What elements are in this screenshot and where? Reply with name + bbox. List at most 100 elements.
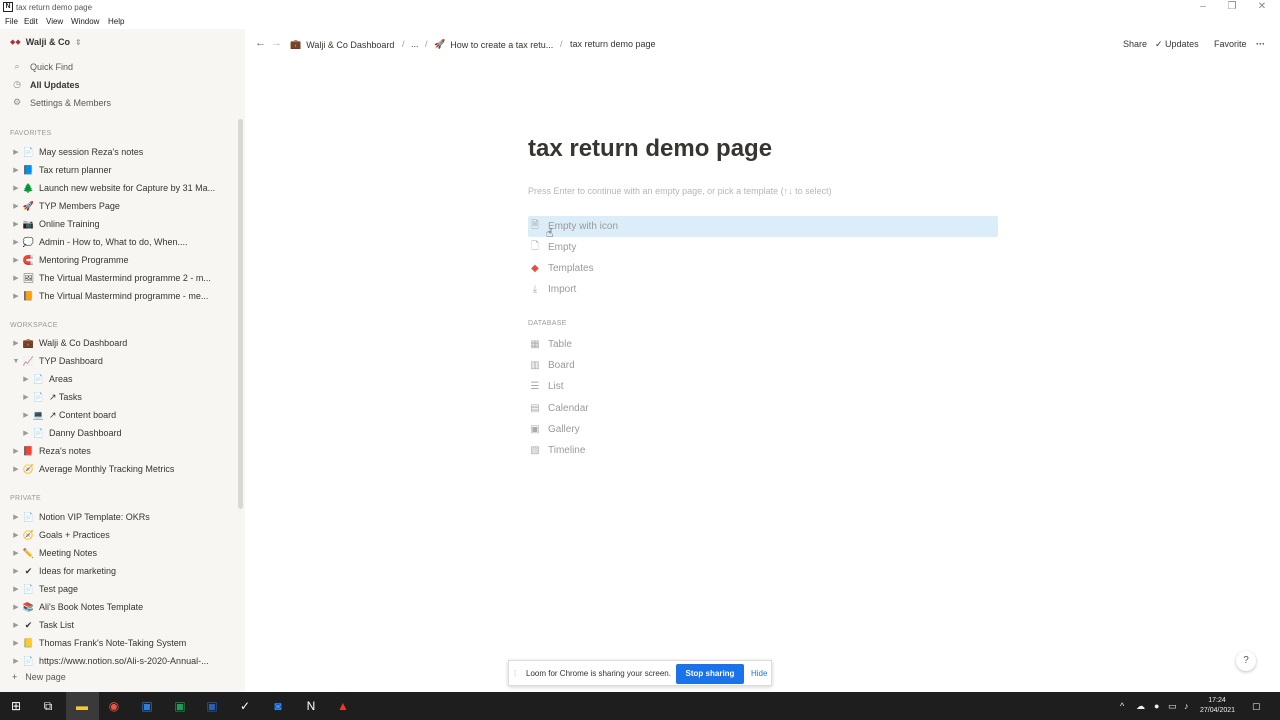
sidebar-item[interactable]: ▶ 🌲 Launch new website for Capture by 31 M… (10, 180, 225, 196)
triangle-right-icon[interactable]: ▶ (10, 639, 22, 647)
menu-window[interactable]: Window (71, 17, 99, 26)
windows-start-icon[interactable]: ⊞ (6, 696, 26, 716)
triangle-right-icon[interactable]: ▶ (10, 567, 22, 575)
todo-icon[interactable]: ✓ (235, 696, 255, 716)
updates-button[interactable]: ✓ Updates (1155, 39, 1199, 50)
breadcrumb-current[interactable]: tax return demo page (570, 39, 656, 49)
settings-members-link[interactable]: ⚙ Settings & Members (12, 97, 111, 108)
breadcrumb-dashboard[interactable]: 💼 Walji & Co Dashboard (290, 39, 394, 50)
favorite-button[interactable]: Favorite (1214, 39, 1247, 49)
triangle-right-icon[interactable]: ▶ (10, 292, 22, 300)
outlook-icon[interactable]: ▣ (137, 696, 157, 716)
sidebar-item[interactable]: ▶ 📄 Danny Dashboard (20, 425, 225, 441)
menu-help[interactable]: Help (108, 17, 124, 26)
menu-edit[interactable]: Edit (24, 17, 38, 26)
triangle-right-icon[interactable]: ▶ (10, 621, 22, 629)
sidebar-item[interactable]: ▶ ✔ Ideas for marketing (10, 563, 225, 579)
tray-chevron-icon[interactable]: ^ (1120, 701, 1124, 711)
option-import[interactable]: ⤓ Import (528, 279, 998, 300)
restore-icon[interactable]: ❐ (1222, 1, 1242, 12)
option-table[interactable]: ▦ Table (528, 334, 998, 355)
triangle-right-icon[interactable]: ▶ (20, 375, 32, 383)
option-calendar[interactable]: ▤ Calendar (528, 398, 998, 419)
sidebar-item[interactable]: ▶ 🧭 Goals + Practices (10, 527, 225, 543)
sidebar-scrollbar[interactable] (238, 119, 243, 509)
microphone-icon[interactable]: ● (1154, 701, 1159, 711)
back-arrow-icon[interactable]: ← (255, 37, 266, 49)
close-icon[interactable]: ✕ (1252, 1, 1272, 12)
quick-find-link[interactable]: ⌕ Quick Find (12, 61, 73, 72)
option-gallery[interactable]: ▣ Gallery (528, 419, 998, 440)
triangle-right-icon[interactable]: ▶ (10, 256, 22, 264)
triangle-right-icon[interactable]: ▶ (10, 657, 22, 665)
sidebar-item[interactable]: ▶ 🧭 Average Monthly Tracking Metrics (10, 461, 225, 477)
sidebar-item[interactable]: ▶ 📚 Ali's Book Notes Template (10, 599, 225, 615)
option-board[interactable]: ▥ Board (528, 355, 998, 376)
triangle-right-icon[interactable]: ▶ (10, 549, 22, 557)
sidebar-item[interactable]: ▶ 🚀 TYP Members Page (10, 198, 225, 214)
sidebar-item[interactable]: ▶ 🖼 The Virtual Mastermind programme 2 - m… (10, 270, 225, 286)
triangle-right-icon[interactable]: ▶ (10, 202, 22, 210)
notion-icon[interactable]: N (301, 696, 321, 716)
breadcrumb-how-to[interactable]: 🚀 How to create a tax retu... (434, 39, 553, 50)
notifications-icon[interactable]: ▢ (1252, 701, 1261, 712)
acrobat-icon[interactable]: ▲ (333, 696, 353, 716)
drag-handle-icon[interactable]: ⁞ (514, 669, 516, 678)
sidebar-item[interactable]: ▶ 📒 Thomas Frank's Note-Taking System (10, 635, 225, 651)
sidebar-item[interactable]: ▶ 📄 ↗ Tasks (20, 389, 225, 405)
breadcrumb-ellipsis[interactable]: ... (411, 39, 419, 49)
triangle-right-icon[interactable]: ▶ (10, 148, 22, 156)
sidebar-item[interactable]: ▶ 📕 Reza's notes (10, 443, 225, 459)
triangle-right-icon[interactable]: ▶ (10, 166, 22, 174)
option-empty[interactable]: 🗋 Empty (528, 237, 998, 258)
sidebar-item[interactable]: ▶ 🧲 Mentoring Programme (10, 252, 225, 268)
sidebar-item[interactable]: ▶ 📄 Test page (10, 581, 225, 597)
menu-file[interactable]: File (5, 17, 18, 26)
task-view-icon[interactable]: ⧉ (38, 696, 58, 716)
sidebar-item[interactable]: ▶ ✏️ Meeting Notes (10, 545, 225, 561)
page-title[interactable]: tax return demo page (528, 135, 772, 163)
option-list[interactable]: ☰ List (528, 376, 998, 397)
triangle-right-icon[interactable]: ▶ (10, 339, 22, 347)
sidebar-item[interactable]: ▶ 📷 Online Training (10, 216, 225, 232)
triangle-right-icon[interactable]: ▶ (10, 220, 22, 228)
sidebar-item[interactable]: ▼ 📈 TYP Dashboard (10, 353, 225, 369)
onedrive-icon[interactable]: ☁ (1136, 701, 1145, 712)
workspace-switcher[interactable]: ◆◆ Walji & Co ⇕ (10, 37, 82, 47)
help-button[interactable]: ? (1236, 651, 1256, 671)
file-explorer-icon[interactable]: ▬ (72, 696, 92, 716)
sidebar-item[interactable]: ▶ 📄 https://www.notion.so/Ali-s-2020-Annua… (10, 653, 225, 669)
triangle-right-icon[interactable]: ▶ (10, 274, 22, 282)
new-page-button[interactable]: + New page (12, 672, 66, 682)
volume-icon[interactable]: ♪ (1184, 701, 1189, 711)
option-empty-with-icon[interactable]: 🗎 Empty with icon (528, 216, 998, 237)
stop-sharing-button[interactable]: Stop sharing (676, 664, 744, 684)
sidebar-item[interactable]: ▶ 📄 Areas (20, 371, 225, 387)
triangle-right-icon[interactable]: ▶ (10, 465, 22, 473)
triangle-right-icon[interactable]: ▶ (20, 411, 32, 419)
triangle-down-icon[interactable]: ▼ (10, 358, 22, 365)
triangle-right-icon[interactable]: ▶ (10, 603, 22, 611)
taskbar-clock[interactable]: 17:24 27/04/2021 (1200, 696, 1235, 716)
share-button[interactable]: Share (1123, 39, 1147, 49)
sidebar-item[interactable]: ▶ 📄 Notion VIP Template: OKRs (10, 509, 225, 525)
word-icon[interactable]: ▣ (202, 696, 222, 716)
chrome-icon[interactable]: ◉ (104, 696, 124, 716)
zoom-icon[interactable]: ◙ (268, 696, 288, 716)
sidebar-item[interactable]: ▶ 📄 May session Reza's notes (10, 144, 225, 160)
minimize-icon[interactable]: – (1193, 1, 1213, 12)
forward-arrow-icon[interactable]: → (271, 37, 282, 49)
more-options-icon[interactable]: ··· (1256, 39, 1265, 49)
option-timeline[interactable]: ▧ Timeline (528, 440, 998, 461)
sidebar-item[interactable]: ▶ 💭 Admin - How to, What to do, When.... (10, 234, 225, 250)
sidebar-item[interactable]: ▶ 💼 Walji & Co Dashboard (10, 335, 225, 351)
sidebar-item[interactable]: ▶ ✔ Task List (10, 617, 225, 633)
triangle-right-icon[interactable]: ▶ (10, 184, 22, 192)
triangle-right-icon[interactable]: ▶ (10, 531, 22, 539)
sidebar-item[interactable]: ▶ 💻 ↗ Content board (20, 407, 225, 423)
triangle-right-icon[interactable]: ▶ (20, 393, 32, 401)
triangle-right-icon[interactable]: ▶ (10, 585, 22, 593)
sidebar-item[interactable]: ▶ 📘 Tax return planner (10, 162, 225, 178)
menu-view[interactable]: View (46, 17, 63, 26)
option-templates[interactable]: ◆ Templates (528, 258, 998, 279)
